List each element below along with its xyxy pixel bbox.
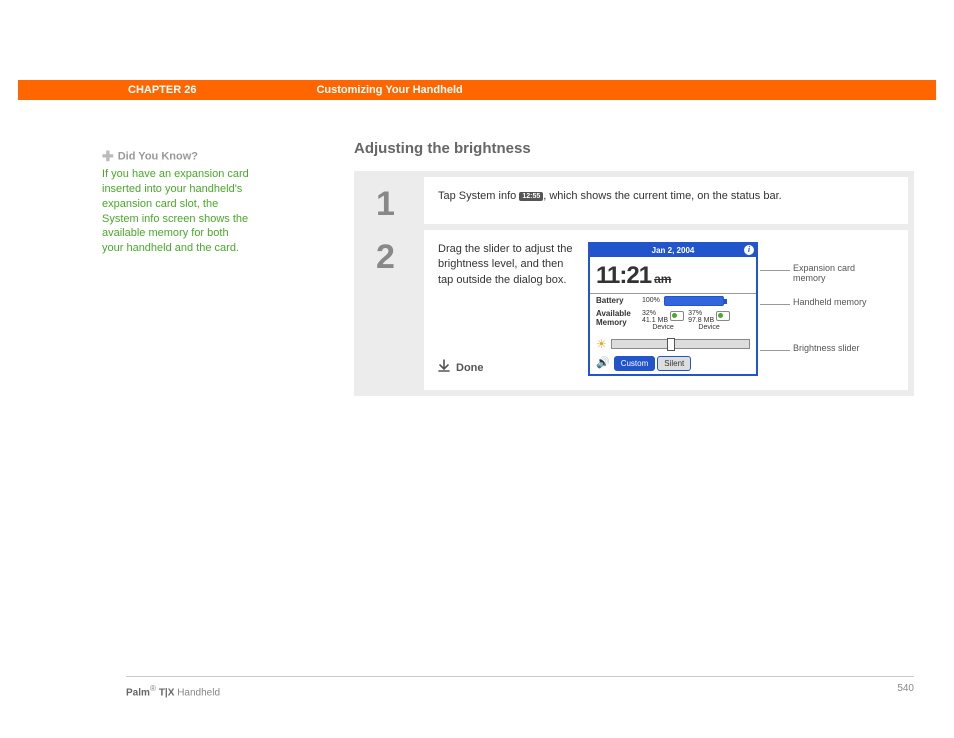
done-label: Done <box>456 361 484 376</box>
brand-name: Palm <box>126 687 150 698</box>
mem-size: 41.1 MB <box>642 317 668 324</box>
step-instruction: Drag the slider to adjust the brightness… <box>438 242 578 288</box>
device-screenshot: Jan 2, 2004 i 11:21am Battery 100% Av <box>588 242 758 376</box>
mem-size: 97.8 MB <box>688 317 714 324</box>
device-ampm: am <box>654 272 671 286</box>
memory-row: Available Memory 32%41.1 MB Device <box>590 308 756 333</box>
page-footer: Palm® T|X Handheld 540 <box>126 676 914 698</box>
device-screenshot-wrap: Jan 2, 2004 i 11:21am Battery 100% Av <box>588 242 894 378</box>
info-icon[interactable]: i <box>744 245 754 255</box>
callout-line <box>760 350 790 351</box>
device-date: Jan 2, 2004 <box>652 246 695 255</box>
callout-line <box>760 304 790 305</box>
battery-label: Battery <box>596 297 638 305</box>
did-you-know-sidebar: ✚ Did You Know? If you have an expansion … <box>102 148 252 256</box>
callout-handheld-memory: Handheld memory <box>793 298 883 308</box>
callout-brightness-slider: Brightness slider <box>793 344 883 354</box>
callout-expansion-memory: Expansion card memory <box>793 264 883 284</box>
brightness-slider-row: ☀ <box>590 333 756 356</box>
memory-device-2: 37%97.8 MB Device <box>688 310 730 331</box>
step-number: 1 <box>360 177 424 224</box>
mem-pct: 37% <box>688 310 702 317</box>
memory-label: Available Memory <box>596 310 638 328</box>
memory-device-1: 32%41.1 MB Device <box>642 310 684 331</box>
speaker-icon: 🔊 <box>596 356 610 371</box>
model-name: T|X <box>159 687 175 698</box>
slider-thumb[interactable] <box>667 338 675 351</box>
section-title: Adjusting the brightness <box>354 140 914 157</box>
battery-row: Battery 100% <box>590 294 756 308</box>
did-you-know-body: If you have an expansion card inserted i… <box>102 167 252 256</box>
device-time: 11:21 <box>596 262 651 289</box>
page-number: 540 <box>897 683 914 698</box>
chapter-title: Customizing Your Handheld <box>316 84 462 96</box>
step-number: 2 <box>360 230 424 390</box>
memory-card-icon <box>716 311 730 321</box>
main-content: Adjusting the brightness 1 Tap System in… <box>354 140 914 396</box>
device-date-bar: Jan 2, 2004 i <box>590 244 756 257</box>
steps-container: 1 Tap System info 12:55, which shows the… <box>354 171 914 396</box>
done-arrow-icon <box>438 359 450 378</box>
step-2: 2 Drag the slider to adjust the brightne… <box>360 230 908 390</box>
done-indicator: Done <box>438 359 578 378</box>
step-text: , which shows the current time, on the s… <box>543 190 781 202</box>
chapter-number: CHAPTER 26 <box>128 84 196 96</box>
brightness-slider[interactable] <box>611 339 750 349</box>
custom-button[interactable]: Custom <box>614 356 656 371</box>
did-you-know-heading: ✚ Did You Know? <box>102 148 252 165</box>
battery-icon <box>664 296 724 306</box>
time-pill-icon: 12:55 <box>519 192 543 201</box>
plus-icon: ✚ <box>102 148 114 164</box>
brand-suffix: Handheld <box>177 687 220 698</box>
device-time-row: 11:21am <box>590 257 756 294</box>
memory-card-icon <box>670 311 684 321</box>
mem-name: Device <box>698 324 719 331</box>
footer-brand: Palm® T|X Handheld <box>126 683 220 698</box>
brightness-icon: ☀ <box>596 336 607 353</box>
step-2-text-column: Drag the slider to adjust the brightness… <box>438 242 578 378</box>
step-body: Drag the slider to adjust the brightness… <box>424 230 908 390</box>
step-text: Tap System info <box>438 190 519 202</box>
silent-button[interactable]: Silent <box>657 356 691 371</box>
step-body: Tap System info 12:55, which shows the c… <box>424 177 908 224</box>
did-you-know-label: Did You Know? <box>118 150 198 162</box>
mem-name: Device <box>652 324 673 331</box>
step-1: 1 Tap System info 12:55, which shows the… <box>360 177 908 224</box>
sound-row: 🔊 Custom Silent <box>590 356 756 374</box>
mem-pct: 32% <box>642 310 656 317</box>
callout-line <box>760 270 790 271</box>
battery-percent: 100% <box>642 296 660 306</box>
chapter-header: CHAPTER 26 Customizing Your Handheld <box>18 80 936 100</box>
